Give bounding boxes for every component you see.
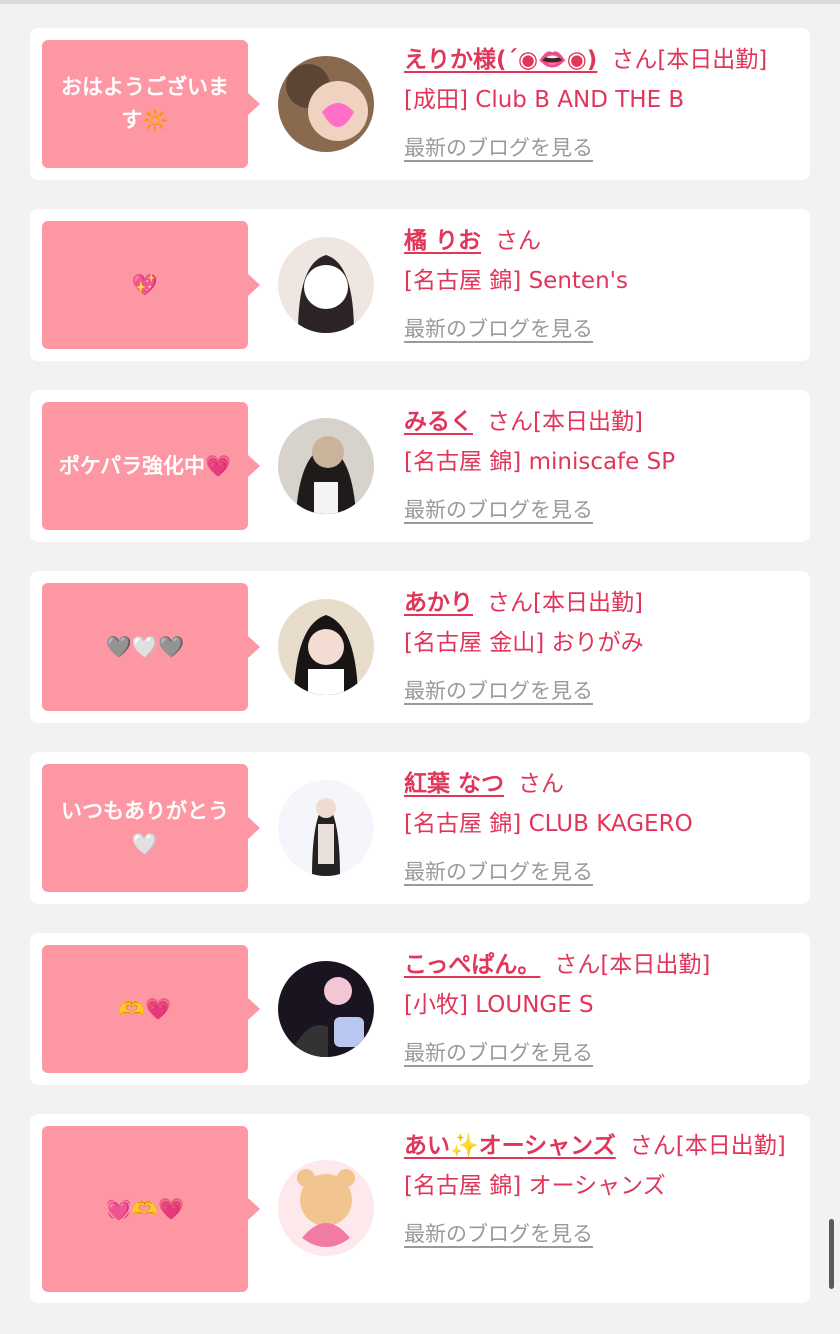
list-item: 💖 橘 りお さん [名古屋 錦] Senten's 最新のブログを見る	[30, 209, 810, 361]
honorific: さん	[611, 47, 658, 73]
shop-name: [名古屋 錦] オーシャンズ	[404, 1173, 666, 1199]
honorific: さん	[518, 771, 565, 797]
honorific: さん	[495, 228, 542, 254]
avatar[interactable]	[278, 780, 374, 876]
cast-info: あかり さん[本日出勤] [名古屋 金山] おりがみ 最新のブログを見る	[404, 583, 792, 711]
cast-name-link[interactable]: 橘 りお	[404, 228, 481, 254]
cast-name-link[interactable]: こっぺぱん。	[404, 952, 540, 978]
status-badge: [本日出勤]	[533, 590, 643, 616]
blog-link[interactable]: 最新のブログを見る	[404, 1033, 593, 1073]
cast-info: みるく さん[本日出勤] [名古屋 錦] miniscafe SP 最新のブログを…	[404, 402, 792, 530]
shop-name: [名古屋 金山] おりがみ	[404, 630, 644, 656]
avatar[interactable]	[278, 961, 374, 1057]
blog-link[interactable]: 最新のブログを見る	[404, 490, 593, 530]
cast-name-link[interactable]: あかり	[404, 590, 473, 616]
shop-name: [名古屋 錦] miniscafe SP	[404, 449, 676, 475]
message-bubble: 🩶🤍🩶	[42, 583, 260, 711]
shop-name: [名古屋 錦] CLUB KAGERO	[404, 811, 693, 837]
message-bubble: 💓🫶💗	[42, 1126, 260, 1292]
list-item: 🩶🤍🩶 あかり さん[本日出勤] [名古屋 金山] おりがみ 最新のブログを見る	[30, 571, 810, 723]
top-divider	[0, 0, 840, 4]
message-bubble: 🫶💗	[42, 945, 260, 1073]
message-bubble: おはようございます🔆	[42, 40, 260, 168]
blog-link[interactable]: 最新のブログを見る	[404, 852, 593, 892]
scrollbar[interactable]	[829, 1219, 834, 1289]
list-item: 🫶💗 こっぺぱん。 さん[本日出勤] [小牧] LOUNGE S 最新のブログを見…	[30, 933, 810, 1085]
cast-name-link[interactable]: えりか様(´◉👄◉)	[404, 47, 597, 73]
list-item: 💓🫶💗 あい✨オーシャンズ さん[本日出勤] [名古屋 錦] オーシャンズ 最新の…	[30, 1114, 810, 1303]
blog-link[interactable]: 最新のブログを見る	[404, 671, 593, 711]
honorific: さん	[487, 590, 533, 616]
status-badge: [本日出勤]	[657, 47, 768, 73]
honorific: さん	[487, 409, 533, 435]
shop-name: [成田] Club B AND THE B	[404, 87, 685, 113]
shop-name: [名古屋 錦] Senten's	[404, 268, 628, 294]
blog-link[interactable]: 最新のブログを見る	[404, 1214, 593, 1254]
list-item: おはようございます🔆 えりか様(´◉👄◉) さん[本日出勤] [成田] Club …	[30, 28, 810, 180]
list-item: いつもありがとう🤍 紅葉 なつ さん [名古屋 錦] CLUB KAGERO 最新…	[30, 752, 810, 904]
blog-link[interactable]: 最新のブログを見る	[404, 128, 593, 168]
blog-link[interactable]: 最新のブログを見る	[404, 309, 593, 349]
cast-info: 橘 りお さん [名古屋 錦] Senten's 最新のブログを見る	[404, 221, 792, 349]
message-bubble: いつもありがとう🤍	[42, 764, 260, 892]
cast-info: こっぺぱん。 さん[本日出勤] [小牧] LOUNGE S 最新のブログを見る	[404, 945, 792, 1073]
cast-name-link[interactable]: みるく	[404, 409, 473, 435]
cast-info: えりか様(´◉👄◉) さん[本日出勤] [成田] Club B AND THE B…	[404, 40, 792, 168]
cast-list: おはようございます🔆 えりか様(´◉👄◉) さん[本日出勤] [成田] Club …	[30, 28, 810, 1332]
avatar[interactable]	[278, 237, 374, 333]
cast-name-link[interactable]: 紅葉 なつ	[404, 771, 504, 797]
message-bubble: 💖	[42, 221, 260, 349]
avatar[interactable]	[278, 56, 374, 152]
cast-info: あい✨オーシャンズ さん[本日出勤] [名古屋 錦] オーシャンズ 最新のブログを…	[404, 1126, 792, 1254]
avatar[interactable]	[278, 418, 374, 514]
cast-name-link[interactable]: あい✨オーシャンズ	[404, 1133, 616, 1159]
message-bubble: ポケパラ強化中💗	[42, 402, 260, 530]
avatar[interactable]	[278, 599, 374, 695]
cast-info: 紅葉 なつ さん [名古屋 錦] CLUB KAGERO 最新のブログを見る	[404, 764, 792, 892]
status-badge: [本日出勤]	[675, 1133, 786, 1159]
status-badge: [本日出勤]	[600, 952, 711, 978]
honorific: さん	[554, 952, 601, 978]
shop-name: [小牧] LOUNGE S	[404, 992, 594, 1018]
status-badge: [本日出勤]	[533, 409, 643, 435]
honorific: さん	[629, 1133, 676, 1159]
list-item: ポケパラ強化中💗 みるく さん[本日出勤] [名古屋 錦] miniscafe S…	[30, 390, 810, 542]
avatar[interactable]	[278, 1160, 374, 1256]
